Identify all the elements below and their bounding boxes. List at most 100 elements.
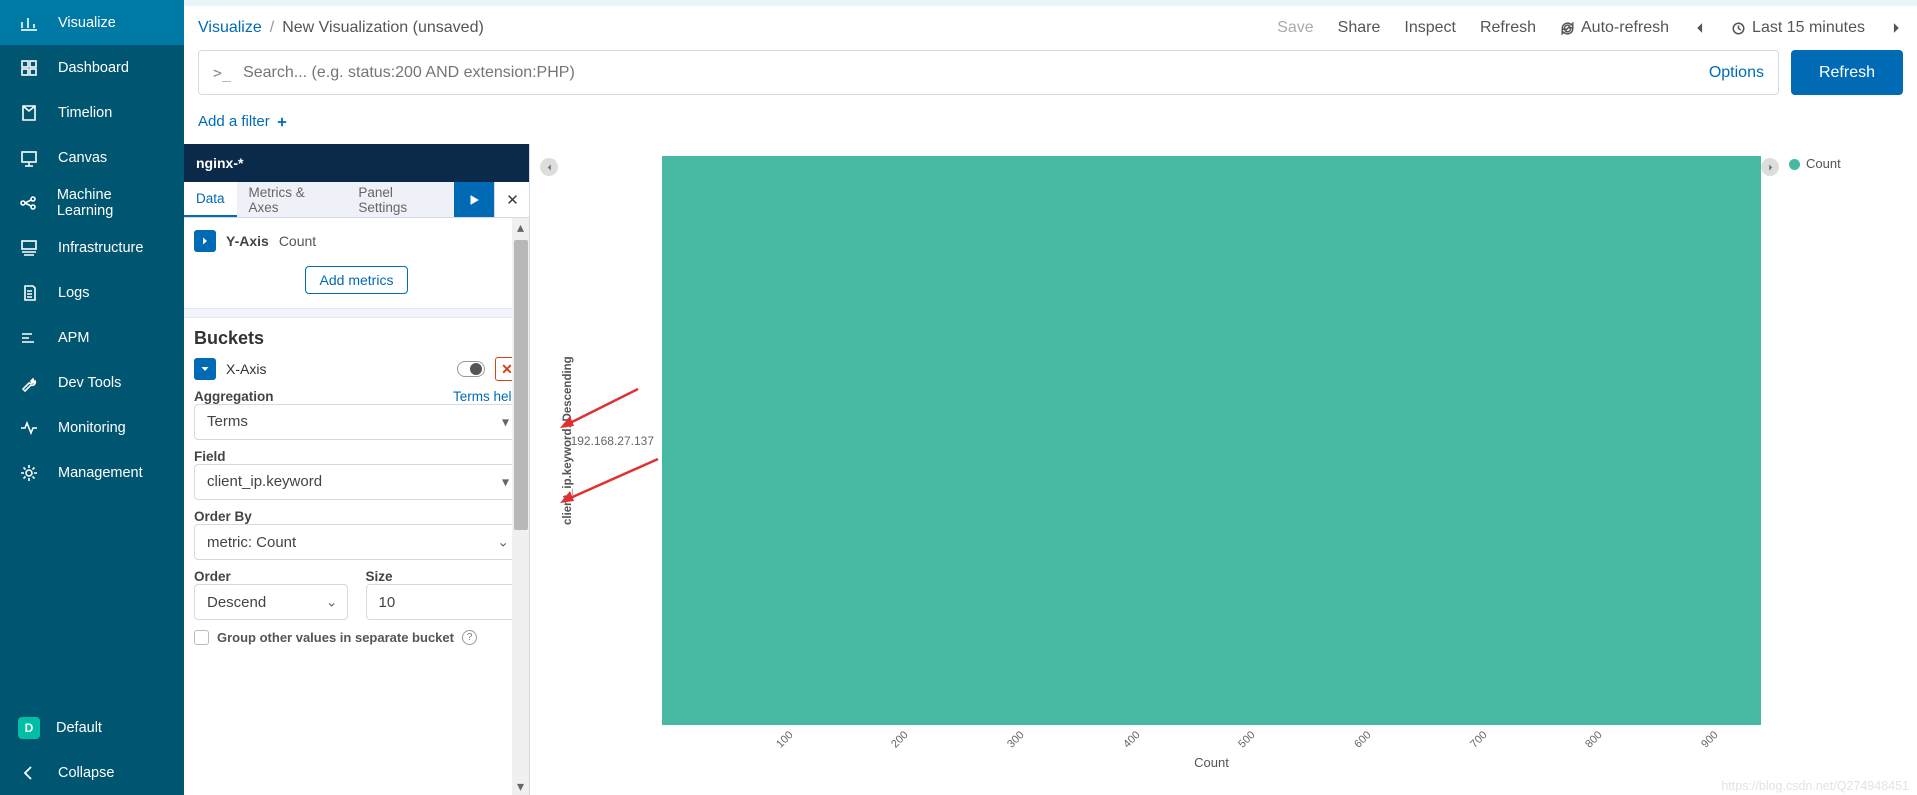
nav-item-logs[interactable]: Logs	[0, 270, 184, 315]
ml-icon	[18, 192, 39, 214]
canvas-icon	[18, 147, 40, 169]
breadcrumb-separator: /	[270, 19, 274, 37]
scroll-up-icon[interactable]: ▴	[512, 218, 529, 236]
share-button[interactable]: Share	[1338, 19, 1381, 37]
nav-label: Collapse	[58, 765, 114, 781]
auto-refresh-button[interactable]: Auto-refresh	[1560, 19, 1669, 37]
nav-item-dev-tools[interactable]: Dev Tools	[0, 360, 184, 405]
time-back-button[interactable]	[1693, 21, 1707, 35]
bucket-enabled-toggle[interactable]	[457, 361, 485, 377]
main-area: Visualize / New Visualization (unsaved) …	[184, 0, 1917, 795]
tab-data[interactable]: Data	[184, 182, 237, 217]
add-filter-link[interactable]: Add a filter	[198, 113, 288, 130]
filter-bar: Add a filter	[184, 109, 1917, 144]
nav-label: Canvas	[58, 150, 107, 166]
logs-icon	[18, 282, 40, 304]
scroll-thumb[interactable]	[514, 240, 528, 530]
x-tick-area: 100200300400500600700800900	[662, 725, 1761, 755]
infrastructure-icon	[18, 237, 40, 259]
bar-plot[interactable]	[662, 156, 1761, 725]
x-tick-label: 200	[890, 729, 911, 750]
editor-scrollbar[interactable]: ▴ ▾	[512, 218, 529, 795]
gear-icon	[18, 462, 40, 484]
nav-item-timelion[interactable]: Timelion	[0, 90, 184, 135]
search-input[interactable]	[243, 64, 1764, 82]
field-select[interactable]: client_ip.keyword	[194, 464, 519, 500]
group-other-checkbox[interactable]	[194, 630, 209, 645]
play-icon	[467, 193, 481, 207]
scroll-down-icon[interactable]: ▾	[512, 777, 529, 795]
collapse-legend-button[interactable]	[1761, 158, 1779, 176]
breadcrumb-root[interactable]: Visualize	[198, 19, 262, 37]
collapse-bucket-button[interactable]	[194, 358, 216, 380]
add-metrics-button[interactable]: Add metrics	[305, 266, 409, 294]
buckets-title: Buckets	[194, 328, 519, 349]
x-tick-label: 600	[1352, 729, 1373, 750]
x-axis-title: Count	[662, 755, 1761, 777]
aggregation-select[interactable]: Terms	[194, 404, 519, 440]
collapse-editor-handle	[540, 156, 558, 777]
expand-metric-button[interactable]	[194, 230, 216, 252]
nav-item-dashboard[interactable]: Dashboard	[0, 45, 184, 90]
close-editor-button[interactable]	[494, 182, 529, 217]
index-pattern-header[interactable]: nginx-*	[184, 144, 529, 182]
bucket-xaxis-row: X-Axis ✕	[194, 357, 519, 381]
terms-help-link[interactable]: Terms help	[453, 389, 519, 404]
legend[interactable]: Count	[1779, 156, 1899, 777]
apply-button[interactable]	[454, 182, 494, 217]
nav-label: Machine Learning	[57, 187, 166, 219]
nav-item-canvas[interactable]: Canvas	[0, 135, 184, 180]
cycle-icon	[1560, 21, 1575, 36]
search-options-link[interactable]: Options	[1709, 64, 1764, 82]
editor-body: Y-Axis Count Add metrics Buckets X-Axis	[184, 218, 529, 795]
refresh-button-top[interactable]: Refresh	[1480, 19, 1536, 37]
save-button[interactable]: Save	[1277, 19, 1313, 37]
nav-item-infrastructure[interactable]: Infrastructure	[0, 225, 184, 270]
x-tick-label: 900	[1699, 729, 1720, 750]
order-select[interactable]: Descend	[194, 584, 348, 620]
time-forward-button[interactable]	[1889, 21, 1903, 35]
tab-metrics-axes[interactable]: Metrics & Axes	[237, 182, 347, 217]
heartbeat-icon	[18, 417, 40, 439]
yaxis-label: Y-Axis	[226, 233, 269, 249]
x-tick-label: 300	[1005, 729, 1026, 750]
xaxis-label: X-Axis	[226, 361, 266, 377]
help-icon[interactable]: ?	[462, 630, 477, 645]
group-other-row[interactable]: Group other values in separate bucket ?	[194, 630, 519, 645]
nav-item-apm[interactable]: APM	[0, 315, 184, 360]
nav-item-visualize[interactable]: Visualize	[0, 0, 184, 45]
time-picker[interactable]: Last 15 minutes	[1731, 19, 1865, 37]
collapse-legend-handle	[1761, 156, 1779, 777]
x-tick-label: 400	[1121, 729, 1142, 750]
nav-label: Management	[58, 465, 143, 481]
nav-label: APM	[58, 330, 89, 346]
y-tick-area: 192.168.27.137	[578, 156, 662, 725]
nav-label: Timelion	[58, 105, 112, 121]
orderby-select[interactable]: metric: Count	[194, 524, 519, 560]
x-tick-label: 700	[1468, 729, 1489, 750]
visualization-area: client_ip.keyword: Descending 192.168.27…	[530, 144, 1917, 795]
y-axis-title: client_ip.keyword: Descending	[558, 156, 578, 725]
nav-label: Dev Tools	[58, 375, 121, 391]
editor-tabs: Data Metrics & Axes Panel Settings	[184, 182, 529, 218]
size-input[interactable]	[366, 584, 520, 620]
tab-panel-settings[interactable]: Panel Settings	[346, 182, 454, 217]
inspect-button[interactable]: Inspect	[1404, 19, 1456, 37]
nav-item-monitoring[interactable]: Monitoring	[0, 405, 184, 450]
section-divider	[184, 308, 529, 318]
yaxis-value: Count	[279, 233, 316, 249]
nav-item-collapse[interactable]: Collapse	[0, 750, 184, 795]
nav-item-machine-learning[interactable]: Machine Learning	[0, 180, 184, 225]
orderby-label: Order By	[194, 509, 252, 524]
x-tick-label: 500	[1237, 729, 1258, 750]
time-range-label: Last 15 minutes	[1752, 19, 1865, 37]
caret-down-icon	[200, 364, 210, 374]
nav-label: Visualize	[58, 15, 116, 31]
nav-item-management[interactable]: Management	[0, 450, 184, 495]
collapse-editor-button[interactable]	[540, 158, 558, 176]
search-box[interactable]: >_ Options	[198, 50, 1779, 95]
aggregation-label: Aggregation	[194, 389, 274, 404]
refresh-button[interactable]: Refresh	[1791, 50, 1903, 95]
editor-panel: nginx-* Data Metrics & Axes Panel Settin…	[184, 144, 530, 795]
nav-item-space-default[interactable]: D Default	[0, 705, 184, 750]
